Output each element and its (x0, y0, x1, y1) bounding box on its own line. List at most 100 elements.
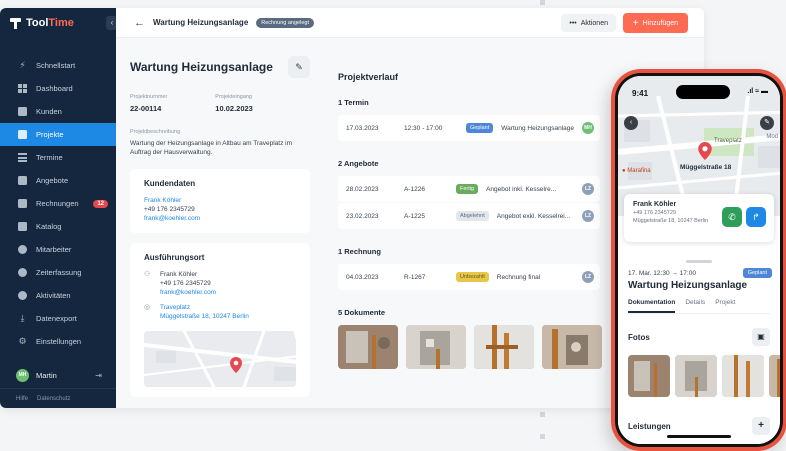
chevron-left-icon: ‹ (629, 119, 633, 126)
help-link[interactable]: Hilfe (16, 396, 28, 402)
sidebar-item-mitarbeiter[interactable]: Mitarbeiter (0, 238, 116, 261)
document-thumbnail[interactable] (474, 325, 534, 369)
appointment-title: Wartung Heizungsanlage (628, 280, 748, 291)
map-edit-button[interactable]: ✎ (760, 116, 774, 130)
add-leistung-button[interactable]: + (752, 417, 770, 435)
site-address-link[interactable]: Müggelstraße 18, 10247 Berlin (160, 312, 249, 321)
history-row[interactable]: 28.02.2023 A-1226 Fertig Angebot inkl. Kess… (338, 176, 600, 202)
project-received-value: 10.02.2023 (215, 104, 253, 113)
sidebar-item-kunden[interactable]: Kunden (0, 100, 116, 123)
sidebar-item-label: Kunden (36, 107, 62, 116)
sheet-grabber[interactable] (686, 260, 712, 263)
map-back-button[interactable]: ‹ (624, 116, 638, 130)
document-thumbnail[interactable] (542, 325, 602, 369)
sidebar-item-aktivitäten[interactable]: Aktivitäten (0, 284, 116, 307)
site-contact-phone: +49 176 2345729 (160, 280, 211, 287)
heating-photo (722, 355, 764, 397)
heating-photo (675, 355, 717, 397)
sidebar-item-termine[interactable]: Termine (0, 146, 116, 169)
site-contact-email[interactable]: frank@koehler.com (160, 288, 216, 297)
plus-icon: + (758, 420, 764, 431)
phone-icon: ✆ (728, 212, 736, 222)
site-map[interactable] (144, 331, 296, 387)
sidebar-item-angebote[interactable]: Angebote (0, 169, 116, 192)
leistungen-heading: Leistungen (628, 421, 671, 431)
user-profile[interactable]: MH Martin ⇥ (0, 364, 116, 386)
customer-card: Kundendaten Frank Köhler +49 176 2345729… (130, 169, 310, 233)
sidebar-item-schnellstart[interactable]: ⚡ Schnellstart (0, 54, 116, 77)
edit-project-button[interactable]: ✎ (288, 56, 310, 78)
history-row[interactable]: 17.03.2023 12:30 - 17:00 Geplant Wartung He… (338, 115, 600, 141)
logo-text-prefix: Tool (26, 17, 49, 29)
add-button[interactable]: + Hinzufügen (622, 13, 688, 33)
poi-icon: ● (622, 168, 626, 174)
logout-icon[interactable]: ⇥ (95, 371, 102, 380)
sidebar-item-zeiterfassung[interactable]: Zeiterfassung (0, 261, 116, 284)
call-button[interactable]: ✆ (722, 207, 742, 227)
navigation-arrow-icon: ↱ (752, 212, 760, 222)
photo-strip (628, 355, 780, 397)
tab-projekt[interactable]: Projekt (715, 299, 735, 313)
actions-button[interactable]: ••• Aktionen (561, 14, 616, 32)
row-avatar: LZ (582, 210, 594, 222)
customer-phone: +49 176 2345729 (144, 206, 195, 213)
photo-thumbnail[interactable] (769, 355, 780, 397)
decor-dot (540, 434, 545, 439)
row-avatar: LZ (582, 183, 594, 195)
photo-thumbnail[interactable] (722, 355, 764, 397)
map-place-label: Traveplatz (714, 138, 742, 144)
privacy-link[interactable]: Datenschutz (37, 396, 70, 402)
customer-name-link[interactable]: Frank Köhler (144, 196, 296, 205)
row-number: R-1267 (404, 273, 426, 281)
sidebar-item-datenexport[interactable]: ⤓ Datenexport (0, 307, 116, 330)
sidebar-item-einstellungen[interactable]: ⚙ Einstellungen (0, 330, 116, 353)
pencil-icon: ✎ (295, 62, 303, 72)
heating-photo (628, 355, 670, 397)
row-text: Angebot inkl. Kesselre... (486, 185, 557, 193)
sidebar-item-label: Zeiterfassung (36, 268, 82, 277)
sidebar-item-label: Einstellungen (36, 337, 82, 346)
phone-mockup: 9:41 .ıl ≈ ▬ ‹ ✎ Traveplatz Mod Müggelst… (611, 69, 786, 451)
avatar: MH (16, 368, 29, 382)
sidebar-item-dashboard[interactable]: Dashboard (0, 77, 116, 100)
history-row[interactable]: 23.02.2023 A-1225 Abgelehnt Angebot exkl. K… (338, 203, 600, 229)
appointment-sheet: 17. Mar. 12:30 → 17:00 Geplant Wartung H… (618, 256, 780, 444)
navigate-button[interactable]: ↱ (746, 207, 766, 227)
logo[interactable]: ToolTime (0, 8, 116, 38)
contact-name: Frank Köhler (633, 201, 677, 208)
sidebar-item-label: Termine (36, 153, 63, 162)
back-arrow-icon[interactable]: ← (134, 17, 145, 29)
row-status-badge: Unbezahlt (456, 272, 489, 282)
site-card-title: Ausführungsort (144, 253, 205, 262)
photo-thumbnail[interactable] (628, 355, 670, 397)
sidebar-item-label: Rechnungen (36, 199, 79, 208)
clock-icon (18, 268, 27, 277)
row-date: 04.03.2023 (346, 273, 379, 281)
site-place-link[interactable]: Traveplatz (160, 303, 249, 312)
site-card: Ausführungsort ⚇ Frank Köhler +49 176 23… (130, 243, 310, 397)
history-row[interactable]: 04.03.2023 R-1267 Unbezahlt Rechnung final L… (338, 264, 600, 290)
sidebar-item-katalog[interactable]: Katalog (0, 215, 116, 238)
status-badge: Rechnung angelegt (256, 17, 314, 28)
contact-card-icon (18, 107, 27, 116)
heating-photo (542, 325, 602, 369)
decor-dot (540, 412, 545, 417)
sidebar-item-label: Dashboard (36, 84, 73, 93)
row-number: A-1226 (404, 185, 425, 193)
dynamic-island (676, 85, 730, 99)
project-received: Projekteingang 10.02.2023 (215, 94, 253, 113)
sidebar-item-label: Angebote (36, 176, 69, 185)
row-status-badge: Abgelehnt (456, 211, 489, 221)
tab-dokumentation[interactable]: Dokumentation (628, 299, 676, 313)
customer-email-link[interactable]: frank@koehler.com (144, 214, 296, 223)
document-thumbnail[interactable] (406, 325, 466, 369)
heating-photo (474, 325, 534, 369)
tab-details[interactable]: Details (685, 299, 705, 313)
map-pin-icon (698, 142, 712, 160)
sidebar-item-rechnungen[interactable]: Rechnungen 12 (0, 192, 116, 215)
document-thumbnail[interactable] (338, 325, 398, 369)
camera-button[interactable]: ▣ (752, 328, 770, 346)
sidebar-item-projekte[interactable]: Projekte (0, 123, 116, 146)
users-icon (18, 245, 27, 254)
photo-thumbnail[interactable] (675, 355, 717, 397)
